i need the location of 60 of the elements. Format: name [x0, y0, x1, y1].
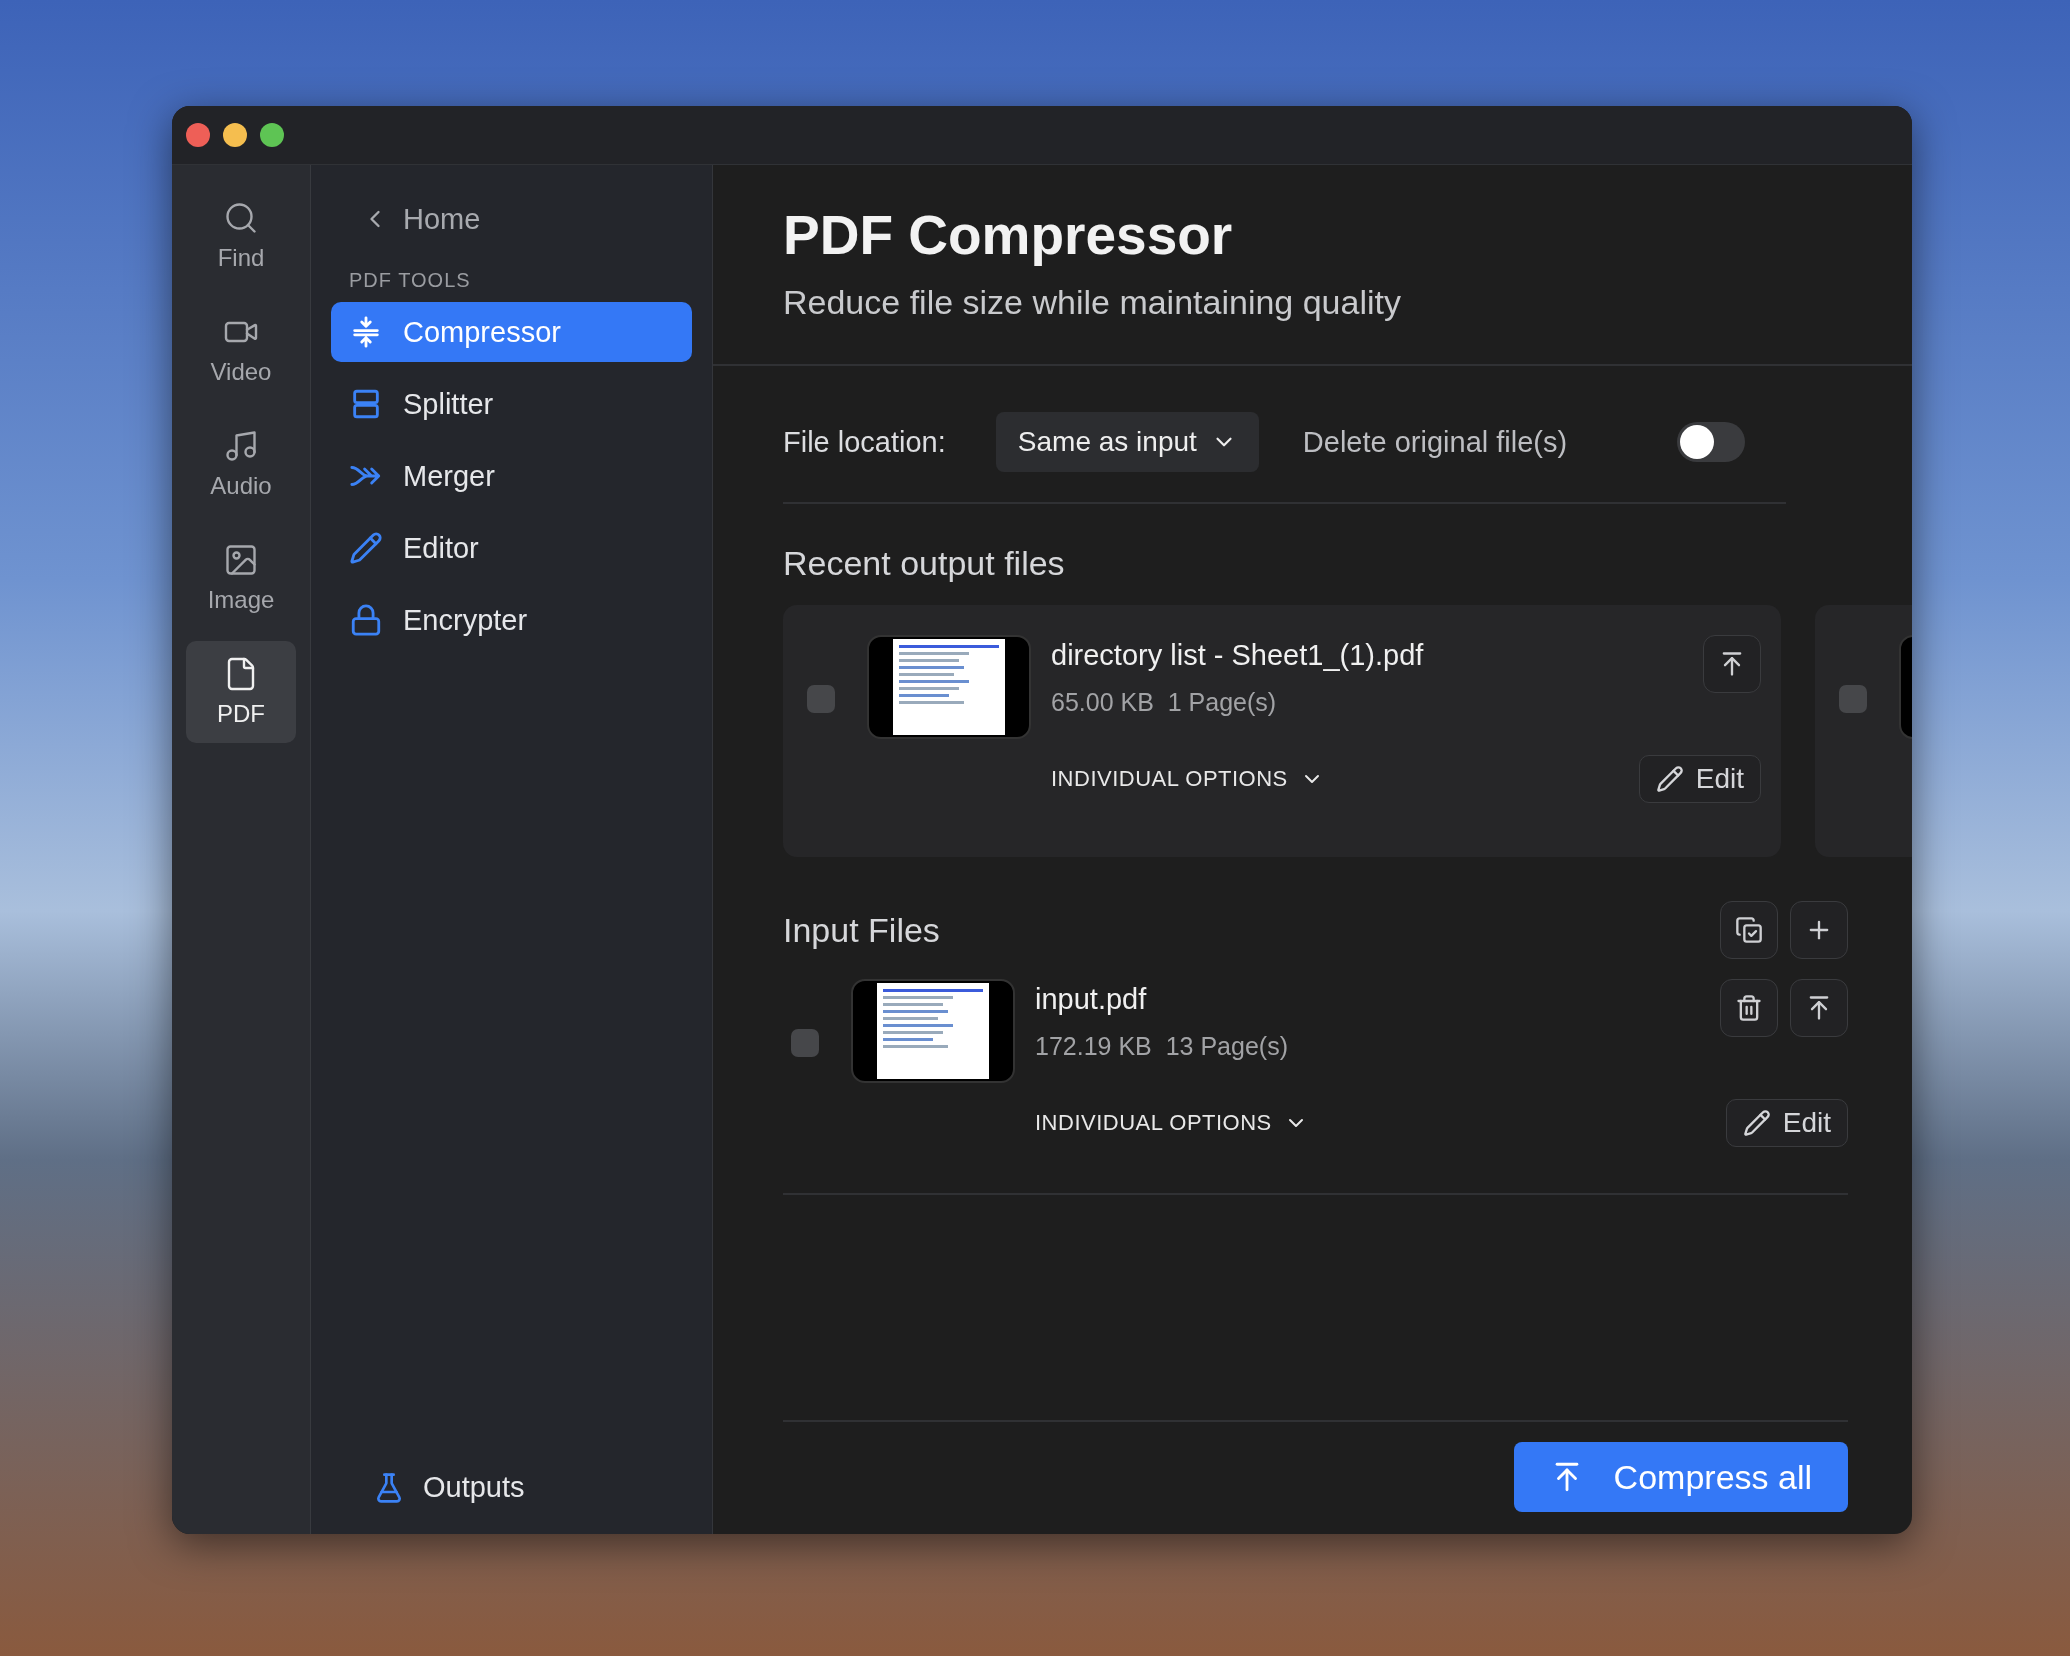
individual-options-toggle[interactable]: INDIVIDUAL OPTIONS: [1051, 766, 1324, 792]
sidebar-item[interactable]: Compressor: [331, 302, 692, 362]
file-meta: 65.00 KB 1 Page(s): [1051, 688, 1278, 717]
file-name: directory list - Sheet1_(1).pdf: [1051, 639, 1424, 672]
rail-item[interactable]: Video: [186, 299, 296, 401]
sidebar-item[interactable]: Splitter: [331, 374, 692, 434]
music-note-icon: [223, 428, 259, 464]
sidebar-item[interactable]: Encrypter: [331, 590, 692, 650]
minimize-button[interactable]: [223, 123, 247, 147]
section-heading: PDF TOOLS: [348, 269, 472, 292]
delete-button[interactable]: [1720, 979, 1778, 1037]
sidebar-label: Compressor: [403, 315, 561, 349]
add-file-button[interactable]: [1790, 901, 1848, 959]
export-button[interactable]: [1703, 635, 1761, 693]
trash-icon: [1735, 994, 1763, 1022]
close-button[interactable]: [186, 123, 210, 147]
pencil-icon: [349, 531, 383, 565]
rail-item[interactable]: Audio: [186, 413, 296, 515]
sidebar-label: Merger: [403, 459, 495, 493]
rail-label: Audio: [210, 472, 272, 500]
delete-original-label: Delete original file(s): [1302, 425, 1568, 459]
pencil-icon: [1742, 1109, 1771, 1137]
image-icon: [223, 542, 259, 578]
edit-button[interactable]: Edit: [1638, 755, 1761, 803]
rail-label: Video: [210, 358, 272, 386]
home-back-link[interactable]: Home: [331, 191, 692, 247]
sidebar-item[interactable]: Merger: [331, 446, 692, 506]
rail-item[interactable]: Find: [186, 185, 296, 287]
file-meta: 172.19 KB 13 Page(s): [1035, 1032, 1288, 1061]
zoom-button[interactable]: [260, 123, 284, 147]
compress-all-button[interactable]: Compress all: [1513, 1442, 1848, 1512]
section-heading: Input Files: [783, 910, 940, 950]
section-heading: Recent output files: [783, 544, 1066, 583]
pencil-icon: [1655, 765, 1684, 793]
lock-icon: [349, 603, 383, 637]
checkbox[interactable]: [807, 685, 835, 713]
outputs-link[interactable]: Outputs: [331, 1471, 692, 1504]
file-name: input.pdf: [1035, 983, 1148, 1016]
search-icon: [223, 200, 259, 236]
checkbox-stack-icon: [1735, 916, 1763, 944]
rail-label: PDF: [217, 700, 265, 728]
rail-item[interactable]: Image: [186, 527, 296, 629]
checkbox[interactable]: [791, 1029, 819, 1057]
rail-item[interactable]: PDF: [186, 641, 296, 743]
page-subtitle: Reduce file size while maintaining quality: [783, 283, 1402, 322]
individual-options-toggle[interactable]: INDIVIDUAL OPTIONS: [1035, 1110, 1308, 1136]
file-location-dropdown[interactable]: Same as input: [995, 412, 1259, 472]
sidebar-label: Editor: [403, 531, 479, 565]
select-all-button[interactable]: [1720, 901, 1778, 959]
delete-original-toggle[interactable]: [1677, 422, 1746, 462]
file-location-label: File location:: [783, 425, 946, 459]
checkbox[interactable]: [1839, 685, 1867, 713]
rail-label: Image: [207, 586, 275, 614]
sidebar-label: Encrypter: [403, 603, 528, 637]
rail-label: Find: [217, 244, 265, 272]
page-title: PDF Compressor: [783, 203, 1234, 267]
edit-button[interactable]: Edit: [1725, 1099, 1848, 1147]
sidebar-label: Splitter: [403, 387, 494, 421]
sidebar-item[interactable]: Editor: [331, 518, 692, 578]
export-button[interactable]: [1790, 979, 1848, 1037]
